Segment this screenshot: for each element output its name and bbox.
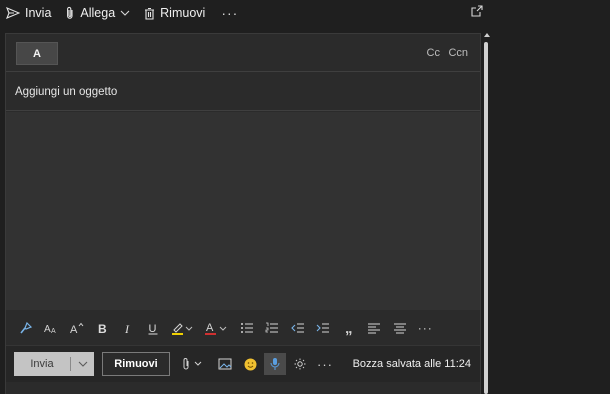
underline-icon: U (148, 323, 158, 335)
bullets-button[interactable] (234, 316, 260, 340)
send-split-button[interactable]: Invia (14, 352, 94, 376)
command-toolbar: Invia Allega Rimuovi ··· (0, 0, 490, 26)
paperclip-icon (183, 358, 202, 370)
italic-icon: I (124, 322, 130, 334)
send-options-dropdown[interactable] (71, 360, 94, 368)
discard-draft-button[interactable]: Rimuovi (102, 352, 170, 376)
pop-out-icon (471, 5, 483, 17)
pop-out-button[interactable] (471, 5, 483, 20)
font-color-icon: A (205, 322, 227, 335)
more-formatting-button[interactable]: ··· (413, 316, 439, 340)
dictate-button[interactable] (264, 353, 286, 375)
decrease-indent-button[interactable] (285, 316, 311, 340)
svg-text:I: I (124, 322, 130, 334)
chevron-down-icon (78, 361, 87, 367)
highlight-icon (172, 323, 193, 335)
font-size-button[interactable]: AA (39, 316, 65, 340)
quote-button[interactable]: „ (336, 316, 362, 340)
numbering-icon (265, 322, 279, 333)
bold-icon: B (98, 322, 107, 334)
compose-panel: A Cc Ccn AA A B I U A (5, 33, 481, 394)
cc-button[interactable]: Cc (427, 47, 440, 59)
subject-input[interactable] (6, 73, 480, 110)
sensitivity-button[interactable] (290, 353, 310, 375)
emoji-button[interactable] (240, 353, 260, 375)
align-center-icon (393, 323, 406, 334)
more-icon: ··· (417, 321, 433, 335)
font-size-icon: AA (44, 324, 56, 334)
svg-text:A: A (51, 328, 56, 334)
attach-dropdown-button[interactable] (178, 353, 210, 375)
attach-label: Allega (80, 6, 116, 20)
format-painter-icon (20, 321, 32, 334)
increase-indent-icon (316, 323, 330, 333)
trash-icon (145, 7, 155, 20)
discard-label: Rimuovi (160, 6, 206, 20)
underline-button[interactable]: U (141, 316, 167, 340)
more-icon: ··· (317, 356, 333, 372)
grow-font-button[interactable]: A (64, 316, 90, 340)
emoji-icon (244, 358, 256, 370)
send-button-label[interactable]: Invia (14, 358, 70, 370)
bullets-icon (240, 323, 253, 333)
svg-text:A: A (70, 324, 78, 334)
svg-text:A: A (44, 324, 51, 334)
attach-button[interactable]: Allega (65, 6, 130, 20)
italic-button[interactable]: I (115, 316, 141, 340)
align-left-button[interactable] (362, 316, 388, 340)
align-left-icon (368, 323, 381, 334)
chevron-down-icon (120, 10, 130, 16)
paperclip-icon (67, 6, 73, 19)
font-color-button[interactable]: A (200, 316, 234, 340)
recipients-row: A Cc Ccn (6, 34, 480, 72)
decrease-indent-icon (290, 323, 304, 333)
svg-text:U: U (149, 323, 157, 335)
quote-icon: „ (345, 319, 353, 337)
bcc-button[interactable]: Ccn (448, 47, 468, 59)
more-actions-button[interactable]: ··· (315, 353, 335, 375)
action-bar: Invia Rimuovi ··· Bozza salvata alle 11:… (6, 345, 480, 382)
scrollbar-thumb[interactable] (484, 42, 488, 394)
insert-picture-button[interactable] (215, 353, 235, 375)
increase-indent-button[interactable] (311, 316, 337, 340)
highlight-button[interactable] (166, 316, 200, 340)
svg-text:B: B (98, 322, 107, 334)
numbering-button[interactable] (260, 316, 286, 340)
message-body-editor[interactable] (6, 112, 480, 310)
discard-button[interactable]: Rimuovi (144, 6, 205, 20)
draft-saved-status: Bozza salvata alle 11:24 (352, 358, 471, 370)
send-label: Invia (25, 6, 52, 20)
microphone-icon (270, 358, 280, 370)
align-center-button[interactable] (387, 316, 413, 340)
bold-button[interactable]: B (90, 316, 116, 340)
svg-text:A: A (206, 322, 214, 334)
send-button[interactable]: Invia (6, 6, 51, 20)
grow-font-icon: A (70, 322, 84, 334)
send-icon (6, 7, 20, 19)
more-options-button[interactable]: ··· (221, 5, 238, 21)
formatting-toolbar: AA A B I U A „ ··· (6, 312, 480, 344)
image-icon (218, 358, 232, 370)
subject-row (6, 73, 480, 111)
format-painter-button[interactable] (13, 316, 39, 340)
sun-icon (294, 358, 306, 370)
scroll-up-arrow[interactable] (484, 33, 490, 37)
to-button[interactable]: A (16, 42, 58, 65)
